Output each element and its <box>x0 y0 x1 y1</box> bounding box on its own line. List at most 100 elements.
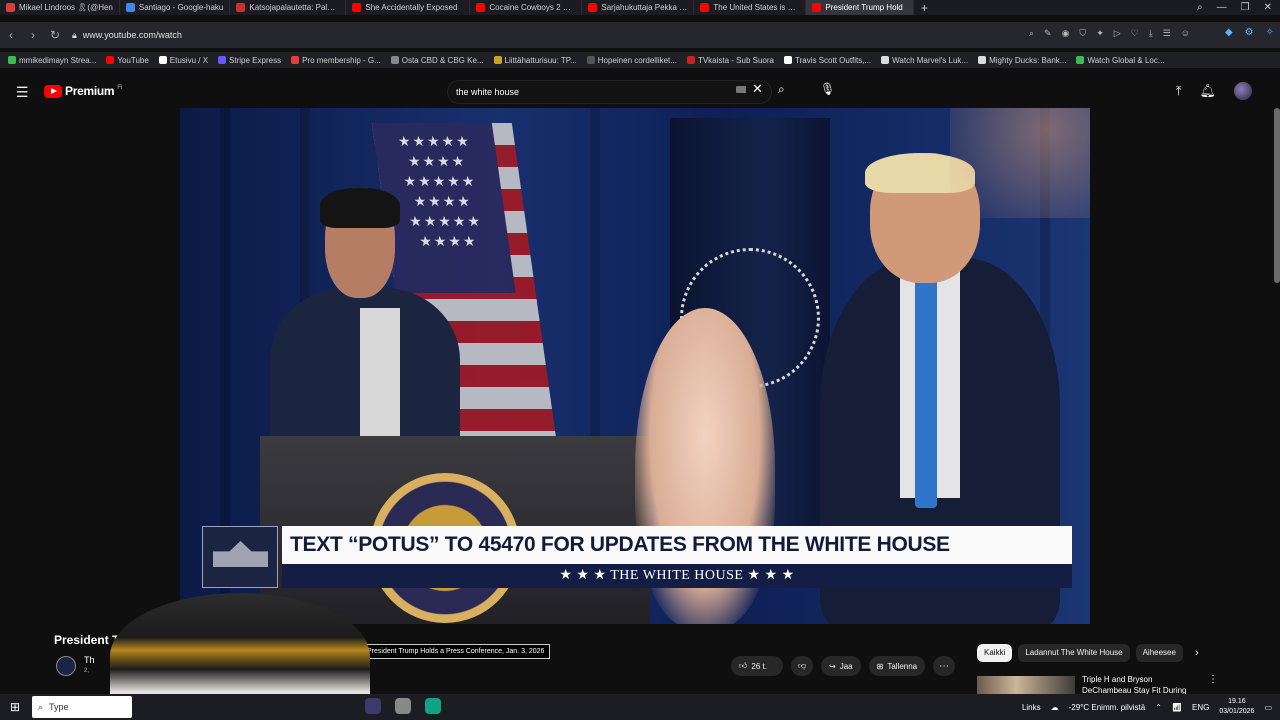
bookmark-item[interactable]: Mighty Ducks: Bank... <box>978 56 1066 65</box>
heart-icon[interactable]: ♡ <box>1131 28 1139 39</box>
bookmark-item[interactable]: Travis Scott Outfits,... <box>783 56 871 65</box>
dislike-button[interactable]: 👎︎ <box>791 656 813 676</box>
search-icon: ⌕ <box>38 701 44 712</box>
share-button[interactable]: ↪ Jaa <box>821 656 861 676</box>
search-icon[interactable]: ⌕ <box>778 82 785 97</box>
url-field[interactable]: 🔒︎ www.youtube.com/watch <box>72 27 987 43</box>
more-actions-button[interactable]: ⋯ <box>933 656 956 676</box>
youtube-premium-logo[interactable]: Premium FI <box>44 84 123 98</box>
language-indicator[interactable]: ENG <box>1192 703 1209 712</box>
bookmark-item[interactable]: Hopeinen cordelliket... <box>586 56 677 65</box>
bookmark-item[interactable]: mmikedimayn Strea... <box>8 56 96 65</box>
banner-main: TEXT “POTUS” TO 45470 FOR UPDATES FROM T… <box>282 526 1072 564</box>
keyboard-icon[interactable] <box>736 86 746 93</box>
camera-icon[interactable]: ◉ <box>1062 28 1070 39</box>
channel-avatar[interactable] <box>56 656 76 676</box>
bookmark-favicon-icon <box>978 56 987 64</box>
browser-tab[interactable]: She Accidentally Exposed <box>346 0 471 15</box>
minimize-icon[interactable]: — <box>1217 2 1227 13</box>
reload-icon[interactable]: ↻ <box>44 28 66 42</box>
bookmark-favicon-icon <box>493 56 502 64</box>
browser-tab[interactable]: Katsojapalautetta: Palande <box>230 0 347 15</box>
upload-icon[interactable]: ⤒ <box>1176 83 1182 99</box>
bookmark-favicon-icon <box>881 56 890 64</box>
browser-tab[interactable]: Mikael Lindroos 🎗(@Hen <box>0 0 120 15</box>
bookmark-item[interactable]: TVkaista - Sub Suora <box>686 56 774 65</box>
bookmark-favicon-icon <box>106 56 115 64</box>
search-input[interactable] <box>456 87 716 97</box>
chatgpt-app-icon[interactable] <box>425 698 441 714</box>
extension-icon[interactable]: ✦ <box>1096 28 1104 39</box>
network-icon[interactable]: 📶︎ <box>1172 703 1182 712</box>
avatar[interactable] <box>1234 82 1252 100</box>
page-scrollbar[interactable] <box>1274 108 1280 283</box>
chip-all[interactable]: Kaikki <box>977 644 1013 662</box>
browser-tab[interactable]: Sarjahukuttaja Pekka Sepp <box>582 0 695 15</box>
browser-tab[interactable]: The United States is at Wa <box>694 0 807 15</box>
tab-favicon-icon <box>700 3 710 12</box>
like-button[interactable]: 👍︎ 26 t. <box>731 656 783 676</box>
tab-favicon-icon <box>236 3 246 12</box>
tab-favicon-icon <box>588 3 598 12</box>
bookmark-item[interactable]: Liittähatturisuu: TP... <box>493 56 577 65</box>
profile-icon[interactable]: ☺ <box>1181 28 1190 39</box>
taskbar-search[interactable]: ⌕ Type <box>32 696 132 718</box>
app-icon[interactable] <box>395 698 411 714</box>
bookmark-favicon-icon <box>586 56 595 64</box>
settings-icon[interactable]: ⚙ <box>1245 27 1254 38</box>
browser-tab-active[interactable]: President Trump Hold <box>806 0 915 15</box>
window-controls: ⌕ — ❐ ✕ <box>1197 0 1280 15</box>
system-tray: Links ☁ -29°C Enimm. pilvistä ⌃ 📶︎ ENG 1… <box>1022 697 1272 717</box>
chip-related[interactable]: Aiheesee <box>1135 644 1183 662</box>
taskbar-apps <box>365 698 441 714</box>
menu-icon[interactable]: ☰ <box>1163 28 1171 39</box>
hamburger-menu-icon[interactable]: ☰ <box>16 84 29 101</box>
clock[interactable]: 19.16 03/01/2026 <box>1219 697 1254 717</box>
browser-tab[interactable]: Santiago - Google-haku <box>120 0 231 15</box>
shield-icon[interactable]: ⛉ <box>1079 28 1086 39</box>
bookmark-favicon-icon <box>158 56 167 64</box>
chevron-right-icon[interactable]: › <box>1195 647 1199 659</box>
new-tab-button[interactable]: + <box>914 1 934 15</box>
bookmark-item[interactable]: Watch Marvel's Luk... <box>881 56 968 65</box>
edit-icon[interactable]: ✎ <box>1044 28 1052 39</box>
recommendation-more-icon[interactable]: ⋮ <box>1208 674 1218 685</box>
obs-app-icon[interactable] <box>365 698 381 714</box>
save-button[interactable]: ⊞ Tallenna <box>868 656 926 676</box>
search-tabs-icon[interactable]: ⌕ <box>1197 2 1203 13</box>
notifications-bell-icon[interactable]: 🔔︎ <box>1199 83 1216 99</box>
play-icon[interactable]: ▷ <box>1114 28 1121 39</box>
bookmark-item[interactable]: Etusivu / X <box>158 56 208 65</box>
clear-search-icon[interactable]: ✕ <box>752 81 763 97</box>
links-label[interactable]: Links <box>1022 703 1041 712</box>
tray-chevron-icon[interactable]: ⌃ <box>1155 703 1162 712</box>
search-box <box>447 80 772 104</box>
ai-icon[interactable]: ✧ <box>1266 27 1274 38</box>
recommendation-thumbnail[interactable] <box>977 676 1075 694</box>
bookmark-item[interactable]: Stripe Express <box>218 56 281 65</box>
zoom-icon[interactable]: ⌕ <box>1029 28 1034 39</box>
close-icon[interactable]: ✕ <box>1264 2 1272 13</box>
forward-icon[interactable]: › <box>22 28 44 42</box>
youtube-header: ☰ Premium FI ✕ ⌕ 🎙︎ ⤒ 🔔︎ <box>0 78 1280 106</box>
microphone-icon[interactable]: 🎙︎ <box>820 82 835 96</box>
browser-tab[interactable]: Cocaine Cowboys 2 Hustl <box>470 0 583 15</box>
notification-icon[interactable]: ▭ <box>1264 703 1272 712</box>
bookmark-item[interactable]: Watch Global & Loc... <box>1076 56 1165 65</box>
download-icon[interactable]: ⤓ <box>1149 28 1153 39</box>
windows-start-icon[interactable]: ⊞ <box>10 700 20 714</box>
tab-favicon-icon <box>6 3 15 12</box>
weather-text[interactable]: -29°C Enimm. pilvistä <box>1069 703 1146 712</box>
recommendation-title[interactable]: Triple H and Bryson DeChambeau Stay Fit … <box>1082 674 1202 696</box>
bookmark-item[interactable]: Pro membership - G... <box>291 56 381 65</box>
browser-tab-strip: Mikael Lindroos 🎗(@Hen Santiago - Google… <box>0 0 1280 15</box>
channel-name[interactable]: Th <box>84 655 95 665</box>
restore-icon[interactable]: ❐ <box>1241 2 1250 13</box>
back-icon[interactable]: ‹ <box>0 28 22 42</box>
copilot-icon[interactable]: ◆ <box>1225 27 1233 38</box>
bookmark-item[interactable]: Osta CBD & CBG Ke... <box>390 56 484 65</box>
chip-uploaded-by[interactable]: Ladannut The White House <box>1018 644 1130 662</box>
bookmark-item[interactable]: YouTube <box>106 56 149 65</box>
video-player[interactable]: ★★★★★ ★★★★ ★★★★★ ★★★★ ★★★★★ ★★★★ TEXT “P… <box>180 108 1090 624</box>
video-title: President T <box>54 633 120 647</box>
